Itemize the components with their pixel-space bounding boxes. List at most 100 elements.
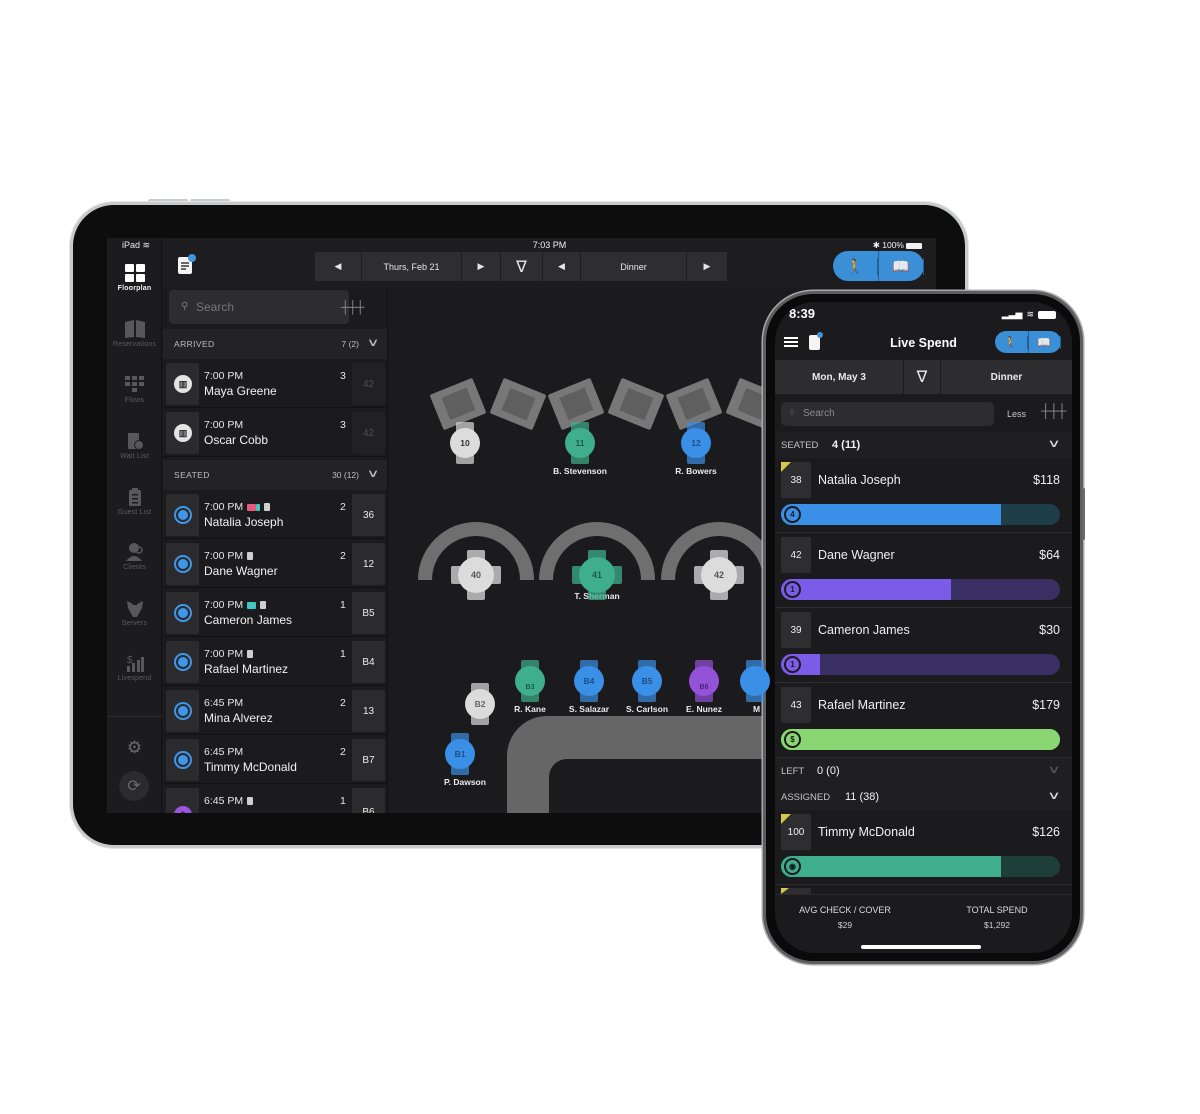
server-name: R. Kane [514, 704, 546, 714]
shift-selector[interactable]: Dinner [581, 252, 686, 281]
course-badge-icon: $ [784, 731, 801, 748]
date-next-button[interactable]: ▶ [462, 252, 500, 281]
search-input[interactable]: ⚲ Search [781, 402, 994, 426]
shift-selector[interactable]: Dinner [941, 360, 1072, 394]
table-number: 36 [352, 494, 385, 536]
date-selector[interactable]: Thurs, Feb 21 [362, 252, 461, 281]
reservation-time: 7:00 PM [204, 370, 244, 382]
filter-button[interactable]: ∇ [904, 360, 940, 394]
lounge-chair [489, 377, 547, 431]
shift-prev-button[interactable]: ◀ [543, 252, 580, 281]
note-icon [247, 650, 254, 659]
guest-name: Rafael Martinez [818, 698, 906, 712]
guest-name: Natalia Joseph [204, 515, 284, 529]
table-B6[interactable]: B6 [689, 660, 719, 702]
section-left[interactable]: LEFT 0 (0) ∨ [775, 758, 1072, 784]
device-label: iPad [122, 240, 141, 250]
table-B4[interactable]: B4 [574, 660, 604, 702]
guest-name: Mina Alverez [204, 711, 273, 725]
spend-amount: $179 [1032, 698, 1060, 712]
rail-item-servers[interactable]: Servers [107, 599, 162, 627]
list-item[interactable]: 7:00 PM Rafael Martinez 1 B4 [163, 638, 387, 686]
status-cell [166, 592, 199, 634]
table-B2[interactable]: B2 [465, 683, 495, 725]
table-B5[interactable]: B5 [632, 660, 662, 702]
sliders-icon[interactable]: ┼┼┼ [341, 300, 364, 314]
walk-in-button[interactable]: 🚶 [833, 251, 879, 281]
reservation-time-wrap: 6:45 PM [204, 795, 254, 807]
table-B3[interactable]: B3 [515, 660, 545, 702]
rail-item-floorplan[interactable]: Floorplan [107, 264, 162, 292]
table-B7[interactable] [740, 660, 770, 702]
table-11[interactable]: 11 [565, 422, 595, 464]
phone-status-icons: ▂▃▅ ≋ [1002, 309, 1056, 320]
server-name: S. Salazar [568, 704, 610, 714]
caret-left-icon: ◀ [558, 261, 565, 271]
spend-item[interactable]: 39 Cameron James $30 1 [775, 608, 1072, 683]
reservation-time: 7:00 PM [204, 648, 244, 660]
less-toggle[interactable]: Less [1007, 409, 1026, 419]
tag-icon [247, 601, 257, 609]
gear-icon: ⚙ [126, 738, 143, 757]
device-status: iPad ≋ [122, 240, 150, 251]
section-count: 7 (2) [341, 339, 359, 349]
table-B1[interactable]: B1 [445, 733, 475, 775]
shift-next-button[interactable]: ▶ [687, 252, 727, 281]
sync-icon: ⟳ [127, 778, 141, 795]
section-seated[interactable]: SEATED 4 (11) ∨ [775, 432, 1072, 458]
list-item[interactable]: ▥ 7:00 PM Oscar Cobb 3 42 [163, 409, 387, 457]
list-item[interactable]: 7:00 PM Dane Wagner 2 12 [163, 540, 387, 588]
table-10[interactable]: 10 [450, 422, 480, 464]
rail-item-livespend[interactable]: $ Livespend [107, 654, 162, 682]
clock: 7:03 PM [532, 240, 567, 250]
table-id: B6 [699, 683, 709, 691]
progress-status-icon: 2 [174, 806, 192, 813]
panel-divider [387, 288, 388, 813]
table-41[interactable]: 41 [572, 550, 622, 600]
party-size: 1 [340, 795, 346, 807]
rail-item-reservations[interactable]: Reservations [107, 320, 162, 348]
rail-item-wait-list[interactable]: Wait List [107, 432, 162, 460]
list-item[interactable]: 6:45 PM Mina Alverez 2 13 [163, 687, 387, 735]
spend-item[interactable]: 38 Natalia Joseph $118 4 [775, 458, 1072, 533]
search-input[interactable]: ⚲ Search ┼┼┼ [169, 290, 364, 324]
filter-button[interactable]: ∇ [501, 252, 542, 281]
section-seated[interactable]: SEATED 30 (12) ∨ [163, 460, 387, 490]
table-12[interactable]: 12 [681, 422, 711, 464]
list-item[interactable]: ▥ 7:00 PM Maya Greene 3 42 [163, 360, 387, 408]
rail-item-guest-list[interactable]: Guest List [107, 488, 162, 516]
spend-item[interactable]: 42 Dane Wagner $64 1 [775, 533, 1072, 608]
rail-item-flows[interactable]: Flows [107, 376, 162, 404]
list-item[interactable]: 2 6:45 PM 1 B6 [163, 785, 387, 813]
notes-icon[interactable] [178, 254, 196, 274]
walk-in-button[interactable]: 🚶 [995, 331, 1029, 353]
section-arrived[interactable]: ARRIVED 7 (2) ∨ [163, 329, 387, 359]
table-number: 42 [352, 412, 385, 454]
caret-right-icon: ▶ [477, 261, 485, 271]
sync-button[interactable]: ⟳ [119, 771, 149, 801]
note-icon [264, 503, 271, 512]
rail-item-clients[interactable]: Clients [107, 543, 162, 571]
table-id: 42 [713, 570, 724, 580]
new-reservation-button[interactable]: 📖 [1029, 331, 1061, 353]
date-selector[interactable]: Mon, May 3 [775, 360, 903, 394]
new-reservation-button[interactable]: 📖 [879, 251, 924, 281]
spend-item[interactable]: 43 Rafael Martinez $179 $ [775, 683, 1072, 758]
list-item[interactable]: 7:00 PM Cameron James 1 B5 [163, 589, 387, 637]
home-indicator[interactable] [861, 945, 981, 949]
reservation-time: 7:00 PM [204, 550, 244, 562]
section-title: LEFT [781, 766, 805, 777]
party-size: 2 [340, 550, 346, 562]
guest-name: Oscar Cobb [204, 433, 269, 447]
table-42[interactable]: 42 [694, 550, 744, 600]
sliders-icon[interactable]: ┼┼┼ [1041, 403, 1067, 418]
settings-button[interactable]: ⚙ [107, 738, 162, 758]
spend-item[interactable]: 100 Timmy McDonald $126 ◉ [775, 810, 1072, 885]
section-assigned[interactable]: ASSIGNED 11 (38) ∨ [775, 784, 1072, 810]
table-number: B4 [352, 641, 385, 683]
date-prev-button[interactable]: ◀ [315, 252, 361, 281]
seated-status-icon [174, 604, 192, 622]
list-item[interactable]: 7:00 PM Natalia Joseph 2 36 [163, 491, 387, 539]
list-item[interactable]: 6:45 PM Timmy McDonald 2 B7 [163, 736, 387, 784]
table-40[interactable]: 40 [451, 550, 501, 600]
